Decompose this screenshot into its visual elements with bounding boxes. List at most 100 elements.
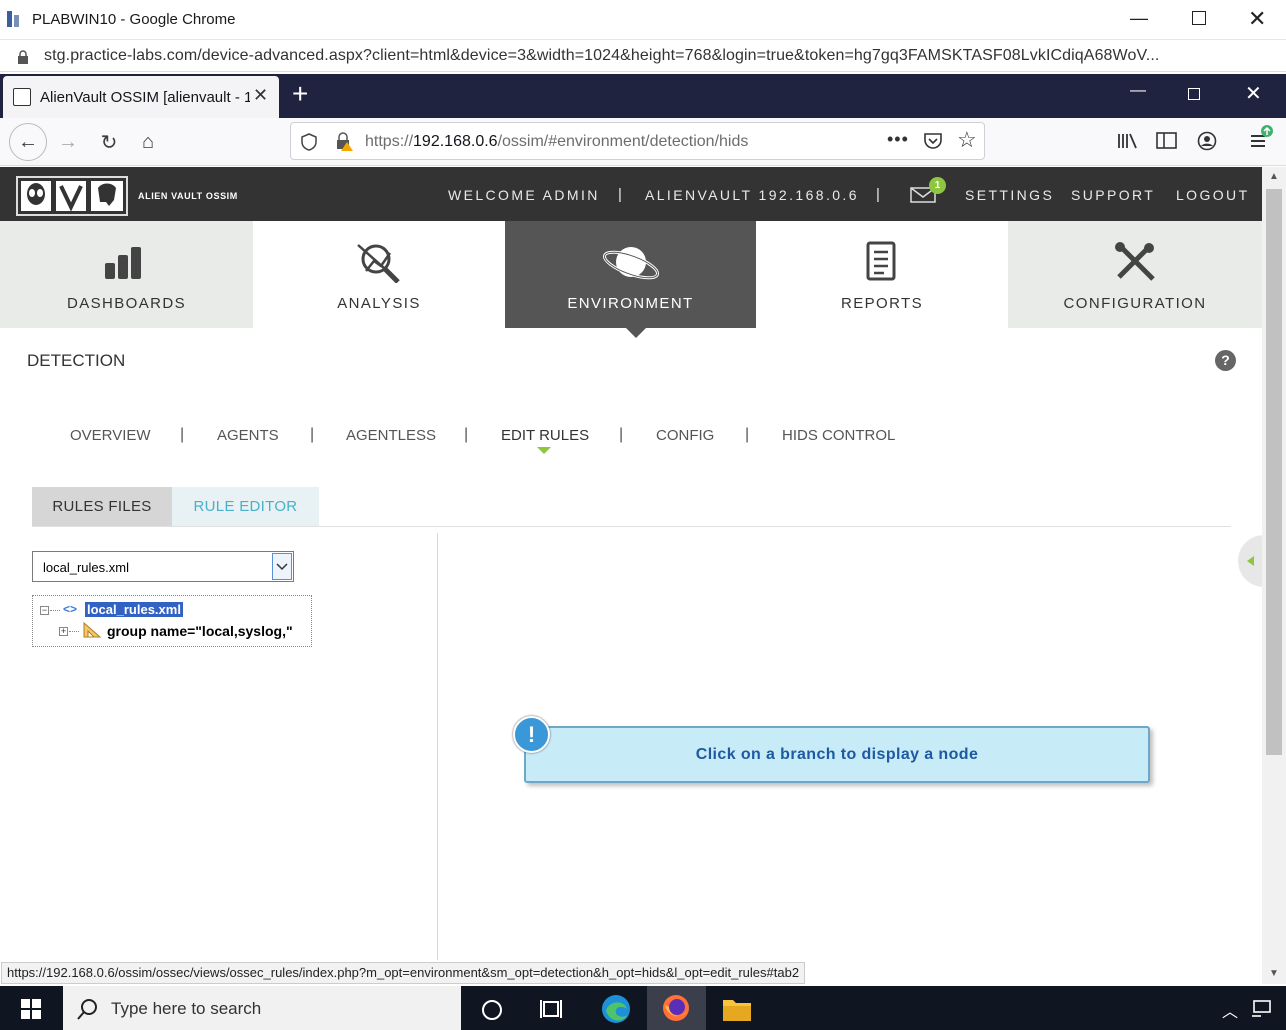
maximize-icon[interactable] — [1192, 11, 1206, 25]
sidebar-icon[interactable] — [1156, 132, 1178, 150]
tab-close-icon[interactable]: ✕ — [253, 85, 268, 106]
subnav-separator: | — [310, 426, 315, 443]
bar-chart-icon — [104, 247, 141, 279]
insecure-lock-icon[interactable] — [335, 132, 353, 152]
network-icon[interactable] — [1251, 999, 1273, 1019]
ruler-icon — [83, 621, 102, 638]
rules-file-select-value: local_rules.xml — [43, 560, 129, 575]
url-host: 192.168.0.6 — [413, 133, 498, 150]
nav-configuration-label: CONFIGURATION — [1063, 295, 1207, 312]
taskbar-search-placeholder: Type here to search — [111, 999, 262, 1018]
chrome-url-text[interactable]: stg.practice-labs.com/device-advanced.as… — [44, 47, 1159, 65]
settings-link[interactable]: SETTINGS — [965, 187, 1054, 203]
rules-tree: − <> local_rules.xml + group name="local… — [32, 595, 312, 647]
info-icon: ! — [513, 716, 550, 753]
chrome-title-bar: PLABWIN10 - Google Chrome — ✕ — [0, 0, 1286, 40]
subnav-overview[interactable]: OVERVIEW — [70, 427, 151, 444]
header-separator: | — [876, 186, 880, 203]
side-panel-handle[interactable] — [1238, 535, 1262, 587]
page-url: https://192.168.0.6/ossim/#environment/d… — [365, 133, 748, 151]
planet-icon — [602, 247, 659, 280]
support-link[interactable]: SUPPORT — [1071, 187, 1155, 203]
url-path: /ossim/#environment/detection/hids — [497, 133, 749, 150]
windows-taskbar: Type here to search ︿ — [0, 986, 1286, 1030]
tree-node-root[interactable]: local_rules.xml — [85, 602, 183, 617]
search-icon — [77, 999, 97, 1020]
main-nav: DASHBOARDS ANALYSIS ENVIRONMENT REPORTS … — [0, 221, 1262, 328]
nav-dashboards[interactable]: DASHBOARDS — [0, 221, 253, 328]
cortana-icon[interactable] — [481, 999, 503, 1021]
edge-icon[interactable] — [600, 993, 632, 1025]
welcome-text: WELCOME ADMIN — [448, 187, 600, 203]
tab-favicon-icon — [13, 88, 31, 106]
scroll-down-icon[interactable]: ▼ — [1269, 968, 1279, 979]
app-icon — [7, 11, 19, 27]
tree-connector — [69, 631, 79, 632]
nav-environment-label: ENVIRONMENT — [567, 295, 694, 312]
firefox-tab[interactable]: AlienVault OSSIM [alienvault - 1 ✕ — [3, 76, 279, 118]
reload-icon[interactable]: ↻ — [92, 125, 126, 159]
nav-environment[interactable]: ENVIRONMENT — [505, 221, 756, 328]
tree-collapse-toggle[interactable]: − — [40, 606, 49, 615]
nav-configuration[interactable]: CONFIGURATION — [1008, 221, 1262, 328]
ossim-page: ALIEN VAULT OSSIM WELCOME ADMIN | ALIENV… — [0, 167, 1262, 960]
shield-icon[interactable] — [301, 133, 317, 151]
ff-close-icon[interactable]: ✕ — [1245, 81, 1262, 106]
subnav-separator: | — [745, 426, 750, 443]
firefox-icon — [663, 995, 689, 1021]
tab-rule-editor[interactable]: RULE EDITOR — [172, 487, 319, 527]
subnav-separator: | — [464, 426, 469, 443]
subnav-hids-control[interactable]: HIDS CONTROL — [782, 427, 895, 444]
ossim-header: ALIEN VAULT OSSIM WELCOME ADMIN | ALIENV… — [0, 167, 1262, 221]
help-icon[interactable]: ? — [1215, 350, 1236, 371]
subnav-edit-rules[interactable]: EDIT RULES — [501, 427, 589, 444]
nav-reports-label: REPORTS — [840, 295, 924, 312]
subnav-agents[interactable]: AGENTS — [217, 427, 279, 444]
firefox-tab-strip: AlienVault OSSIM [alienvault - 1 ✕ + — ✕ — [0, 74, 1286, 118]
ossim-logo-icon — [16, 176, 128, 216]
subnav-agentless[interactable]: AGENTLESS — [346, 427, 436, 444]
library-icon[interactable] — [1117, 132, 1139, 150]
ff-minimize-icon[interactable]: — — [1130, 82, 1146, 100]
nav-analysis[interactable]: ANALYSIS — [253, 221, 505, 328]
nav-dashboards-label: DASHBOARDS — [66, 295, 187, 312]
tray-chevron-up-icon[interactable]: ︿ — [1222, 998, 1238, 1022]
nav-reports[interactable]: REPORTS — [756, 221, 1008, 328]
rules-file-select[interactable]: local_rules.xml — [32, 551, 294, 582]
back-icon[interactable]: ← — [9, 123, 47, 161]
logo-text: ALIEN VAULT OSSIM — [138, 191, 238, 201]
file-explorer-icon[interactable] — [722, 996, 752, 1022]
page-actions-icon[interactable]: ••• — [887, 129, 909, 150]
minimize-icon[interactable]: — — [1130, 8, 1148, 29]
scrollbar-thumb[interactable] — [1266, 189, 1282, 755]
info-message: Click on a branch to display a node — [695, 746, 979, 763]
ff-restore-icon[interactable] — [1188, 88, 1200, 100]
taskbar-search[interactable]: Type here to search — [63, 986, 461, 1030]
active-nav-pointer — [626, 328, 646, 338]
firefox-taskbar-button[interactable] — [647, 986, 706, 1030]
forward-icon[interactable]: → — [51, 125, 85, 159]
tree-node-group[interactable]: group name="local,syslog," — [107, 623, 293, 639]
home-icon[interactable]: ⌂ — [131, 125, 165, 159]
task-view-icon[interactable] — [540, 998, 564, 1020]
account-icon[interactable] — [1197, 131, 1217, 151]
magnifier-icon — [357, 244, 400, 283]
windows-start-icon[interactable] — [21, 999, 41, 1019]
tab-rules-files[interactable]: RULES FILES — [32, 487, 172, 527]
logout-link[interactable]: LOGOUT — [1176, 187, 1250, 203]
page-scrollbar[interactable]: ▲ ▼ — [1262, 167, 1286, 984]
scroll-up-icon[interactable]: ▲ — [1269, 171, 1279, 182]
chevron-left-icon — [1247, 556, 1254, 566]
nav-analysis-label: ANALYSIS — [337, 295, 421, 312]
app-menu-icon[interactable] — [1248, 124, 1276, 152]
new-tab-icon[interactable]: + — [292, 78, 308, 110]
pocket-icon[interactable] — [923, 132, 943, 150]
firefox-url-bar[interactable]: https://192.168.0.6/ossim/#environment/d… — [290, 122, 985, 160]
subnav-config[interactable]: CONFIG — [656, 427, 714, 444]
subnav-separator: | — [180, 426, 185, 443]
bookmark-star-icon[interactable]: ☆ — [957, 127, 977, 153]
close-icon[interactable]: ✕ — [1248, 6, 1266, 32]
lock-icon — [18, 50, 28, 64]
tree-expand-toggle[interactable]: + — [59, 627, 68, 636]
chevron-down-icon[interactable] — [272, 553, 292, 580]
